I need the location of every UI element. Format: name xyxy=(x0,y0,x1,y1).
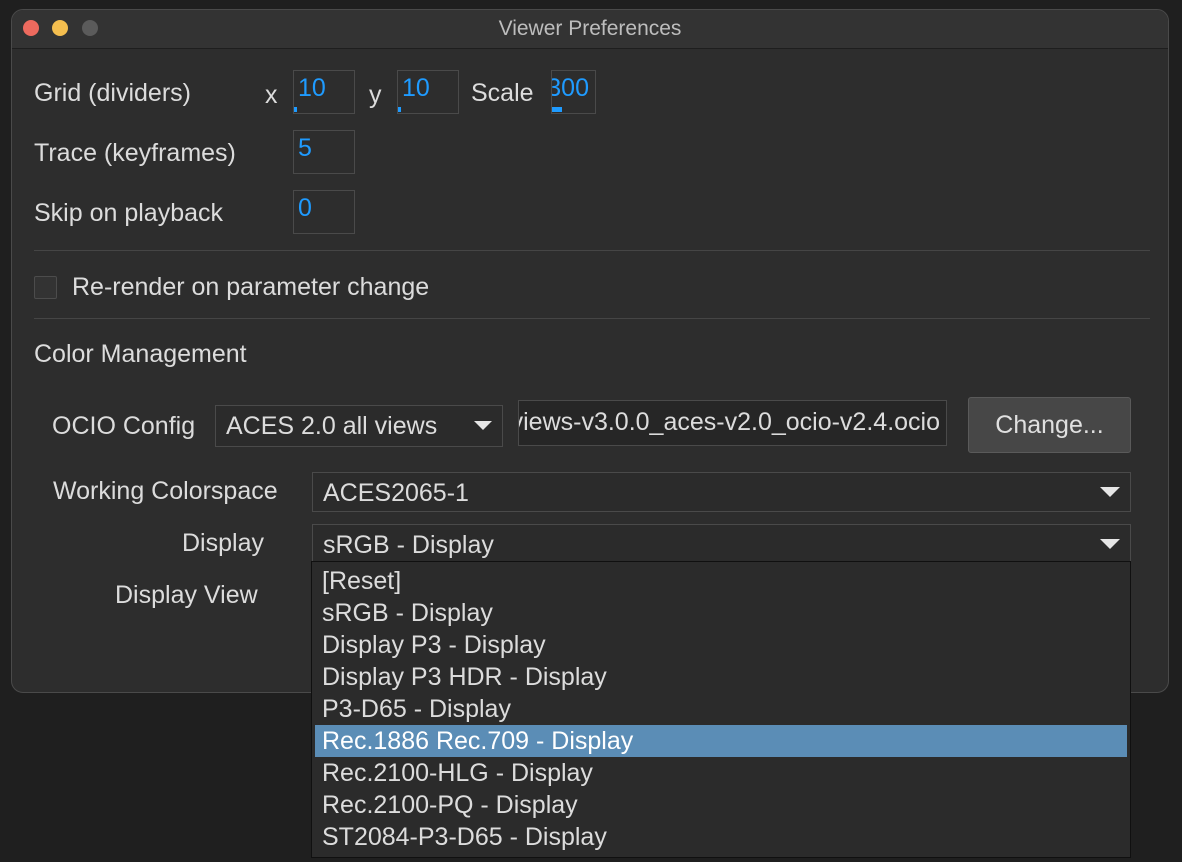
divider xyxy=(34,250,1150,251)
trace-input[interactable]: 5 xyxy=(293,130,355,174)
change-button[interactable]: Change... xyxy=(968,397,1131,453)
ocio-path-value: studio-config-all-views-v3.0.0_aces-v2.0… xyxy=(519,408,940,436)
ocio-config-selected: ACES 2.0 all views xyxy=(226,412,438,440)
display-select[interactable]: sRGB - Display xyxy=(312,524,1131,564)
skip-value: 0 xyxy=(298,194,312,222)
ocio-config-select[interactable]: ACES 2.0 all views xyxy=(215,405,503,447)
rerender-label[interactable]: Re-render on parameter change xyxy=(72,272,429,302)
display-value: sRGB - Display xyxy=(323,531,494,559)
scale-value: 300 xyxy=(551,74,589,102)
chevron-down-icon xyxy=(474,421,492,430)
grid-y-label: y xyxy=(369,81,382,109)
dropdown-option-rec2100-hlg[interactable]: Rec.2100-HLG - Display xyxy=(315,757,1127,789)
grid-y-input[interactable]: 10 xyxy=(397,70,459,114)
working-colorspace-label: Working Colorspace xyxy=(53,477,278,505)
display-label: Display xyxy=(182,529,264,557)
dropdown-option-display-p3-hdr[interactable]: Display P3 HDR - Display xyxy=(315,661,1127,693)
dropdown-option-p3-d65[interactable]: P3-D65 - Display xyxy=(315,693,1127,725)
scale-label: Scale xyxy=(471,79,534,107)
dropdown-option-display-p3[interactable]: Display P3 - Display xyxy=(315,629,1127,661)
display-view-label: Display View xyxy=(115,581,258,609)
text-cursor xyxy=(398,107,401,112)
text-cursor xyxy=(552,107,562,112)
grid-x-label: x xyxy=(265,81,278,109)
color-management-heading: Color Management xyxy=(34,340,247,368)
dropdown-option-rec1886[interactable]: Rec.1886 Rec.709 - Display xyxy=(315,725,1127,757)
rerender-checkbox[interactable] xyxy=(34,276,57,299)
grid-x-input[interactable]: 10 xyxy=(293,70,355,114)
grid-label: Grid (dividers) xyxy=(34,79,191,107)
skip-input[interactable]: 0 xyxy=(293,190,355,234)
grid-y-value: 10 xyxy=(402,74,430,102)
ocio-config-label: OCIO Config xyxy=(52,412,196,440)
window-title: Viewer Preferences xyxy=(498,17,682,40)
trace-value: 5 xyxy=(298,134,312,162)
grid-x-value: 10 xyxy=(298,74,326,102)
scale-input[interactable]: 300 xyxy=(551,70,596,114)
ocio-path-field[interactable]: studio-config-all-views-v3.0.0_aces-v2.0… xyxy=(518,400,947,446)
dropdown-option-reset[interactable]: [Reset] xyxy=(315,565,1127,597)
dropdown-option-srgb[interactable]: sRGB - Display xyxy=(315,597,1127,629)
trace-label: Trace (keyframes) xyxy=(34,139,236,167)
working-colorspace-value: ACES2065-1 xyxy=(323,479,469,507)
working-colorspace-select[interactable]: ACES2065-1 xyxy=(312,472,1131,512)
title-bar[interactable]: Viewer Preferences xyxy=(12,10,1168,49)
chevron-down-icon xyxy=(1100,539,1120,549)
display-dropdown-list[interactable]: [Reset] sRGB - Display Display P3 - Disp… xyxy=(311,561,1131,858)
skip-label: Skip on playback xyxy=(34,199,224,227)
chevron-down-icon xyxy=(1100,487,1120,497)
text-cursor xyxy=(294,107,297,112)
divider xyxy=(34,318,1150,319)
dropdown-option-rec2100-pq[interactable]: Rec.2100-PQ - Display xyxy=(315,789,1127,821)
dropdown-option-st2084[interactable]: ST2084-P3-D65 - Display xyxy=(315,821,1127,853)
